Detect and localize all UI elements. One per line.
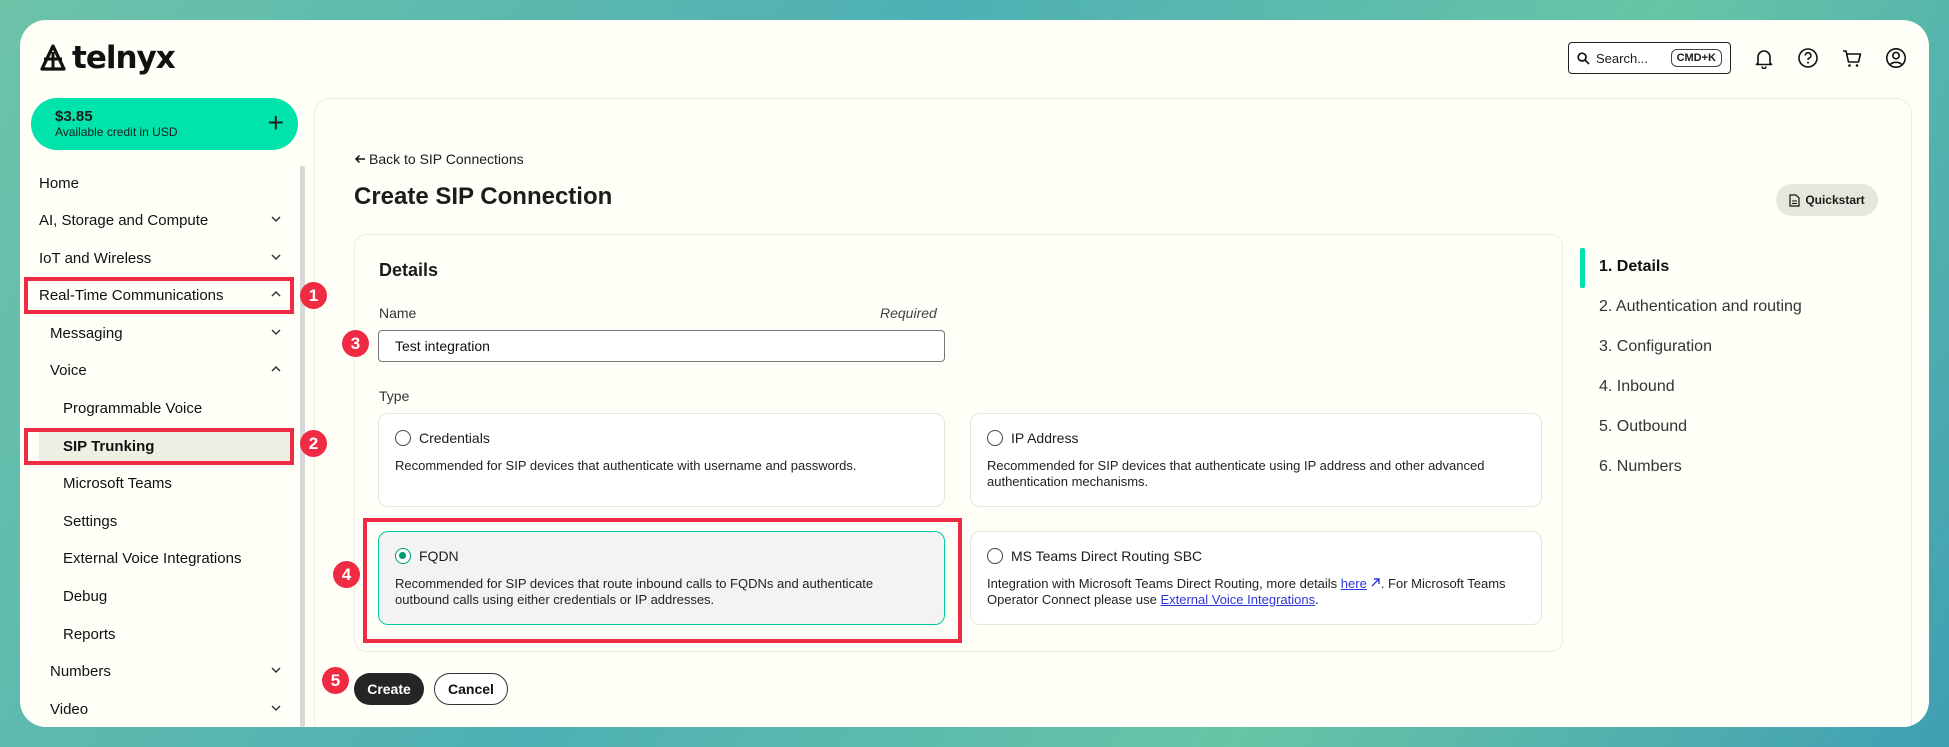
search-icon <box>1577 51 1590 65</box>
annotation-box-4 <box>363 518 962 643</box>
app-window: telnyx Search... CMD+K $3.85 Available c… <box>20 20 1929 727</box>
sidebar-item-label: Microsoft Teams <box>63 474 172 492</box>
sidebar-item-label: Settings <box>63 512 118 530</box>
user-icon[interactable] <box>1885 47 1907 69</box>
sidebar-item-programmable-voice[interactable]: Programmable Voice <box>39 391 294 425</box>
step-numbers[interactable]: 6. Numbers <box>1599 458 1682 476</box>
sidebar-item-label: Programmable Voice <box>63 399 203 417</box>
help-icon[interactable] <box>1797 47 1819 69</box>
back-link-label: Back to SIP Connections <box>369 151 524 167</box>
active-step-indicator <box>1580 248 1585 288</box>
sidebar-item-label: Voice <box>50 361 87 379</box>
sidebar-item-debug[interactable]: Debug <box>39 579 294 613</box>
bell-icon[interactable] <box>1753 47 1775 69</box>
sidebar-item-video[interactable]: Video <box>39 692 294 726</box>
step-configuration[interactable]: 3. Configuration <box>1599 338 1712 356</box>
telnyx-logo-icon <box>40 44 66 71</box>
type-option-credentials[interactable]: Credentials Recommended for SIP devices … <box>378 413 945 507</box>
chevron-up-icon <box>271 365 281 372</box>
sidebar-item-reports[interactable]: Reports <box>39 617 294 651</box>
radio-ip-address[interactable] <box>987 430 1003 446</box>
sidebar-item-label: Home <box>39 174 80 192</box>
back-to-sip-connections-link[interactable]: Back to SIP Connections <box>354 151 524 167</box>
ms-teams-desc-text: . <box>1315 592 1319 607</box>
name-input[interactable] <box>378 330 945 362</box>
step-outbound[interactable]: 5. Outbound <box>1599 418 1687 436</box>
brand-name: telnyx <box>72 40 176 76</box>
quickstart-button[interactable]: Quickstart <box>1776 184 1878 216</box>
create-button[interactable]: Create <box>354 673 424 705</box>
sidebar-item-iot[interactable]: IoT and Wireless <box>39 241 294 275</box>
type-option-label: IP Address <box>1011 430 1079 446</box>
global-search[interactable]: Search... CMD+K <box>1568 42 1731 74</box>
annotation-badge-5: 5 <box>322 667 349 694</box>
page-title: Create SIP Connection <box>354 183 613 210</box>
credit-amount: $3.85 <box>55 108 93 125</box>
type-option-description: Recommended for SIP devices that authent… <box>395 458 857 473</box>
cancel-button[interactable]: Cancel <box>434 673 508 705</box>
top-bar: Search... CMD+K <box>1568 42 1907 74</box>
required-label: Required <box>880 305 937 321</box>
chevron-down-icon <box>271 216 281 223</box>
annotation-badge-1: 1 <box>300 282 327 309</box>
type-label: Type <box>379 388 410 404</box>
sidebar-item-label: Video <box>50 700 89 718</box>
quickstart-label: Quickstart <box>1805 193 1865 207</box>
document-icon <box>1789 193 1800 207</box>
add-credit-button[interactable]: + <box>268 109 284 137</box>
arrow-left-icon <box>354 154 365 164</box>
type-option-description: Recommended for SIP devices that authent… <box>987 458 1485 489</box>
type-option-ip-address[interactable]: IP Address Recommended for SIP devices t… <box>970 413 1542 507</box>
annotation-box-2 <box>24 428 294 465</box>
external-voice-integrations-link[interactable]: External Voice Integrations <box>1160 592 1315 607</box>
sidebar-item-ai-storage[interactable]: AI, Storage and Compute <box>39 203 294 237</box>
sidebar-item-label: Messaging <box>50 324 123 342</box>
step-details[interactable]: 1. Details <box>1599 258 1669 276</box>
sidebar-item-microsoft-teams[interactable]: Microsoft Teams <box>39 466 294 500</box>
sidebar-item-label: Debug <box>63 587 108 605</box>
sidebar-item-label: IoT and Wireless <box>39 249 152 267</box>
cart-icon[interactable] <box>1841 47 1863 69</box>
annotation-badge-3: 3 <box>342 330 369 357</box>
step-authentication[interactable]: 2. Authentication and routing <box>1599 298 1802 316</box>
details-heading: Details <box>379 260 439 280</box>
credit-balance: $3.85 Available credit in USD + <box>31 98 298 150</box>
sidebar-item-home[interactable]: Home <box>39 166 294 200</box>
annotation-box-1 <box>24 277 294 314</box>
step-inbound[interactable]: 4. Inbound <box>1599 378 1675 396</box>
search-shortcut: CMD+K <box>1670 49 1722 67</box>
radio-ms-teams[interactable] <box>987 548 1003 564</box>
chevron-down-icon <box>271 329 281 336</box>
type-option-description: Integration with Microsoft Teams Direct … <box>987 576 1525 608</box>
annotation-badge-4: 4 <box>333 561 360 588</box>
annotation-badge-2: 2 <box>300 430 327 457</box>
type-option-ms-teams[interactable]: MS Teams Direct Routing SBC Integration … <box>970 531 1542 625</box>
sidebar-item-label: Reports <box>63 625 116 643</box>
sidebar-item-settings[interactable]: Settings <box>39 504 294 538</box>
sidebar-item-messaging[interactable]: Messaging <box>39 316 294 350</box>
here-link[interactable]: here <box>1341 576 1367 591</box>
type-option-label: Credentials <box>419 430 490 446</box>
name-label: Name <box>379 305 417 321</box>
chevron-down-icon <box>271 667 281 674</box>
credit-label: Available credit in USD <box>55 125 178 139</box>
sidebar-item-label: External Voice Integrations <box>63 549 242 567</box>
chevron-down-icon <box>271 705 281 712</box>
sidebar-item-label: AI, Storage and Compute <box>39 211 209 229</box>
sidebar-item-external-voice[interactable]: External Voice Integrations <box>39 541 294 575</box>
search-label: Search... <box>1596 50 1649 66</box>
telnyx-logo[interactable]: telnyx <box>38 40 176 76</box>
type-option-label: MS Teams Direct Routing SBC <box>1011 548 1203 564</box>
ms-teams-desc-text: Integration with Microsoft Teams Direct … <box>987 576 1341 591</box>
sidebar-item-label: Numbers <box>50 662 111 680</box>
sidebar-item-voice[interactable]: Voice <box>39 353 294 387</box>
radio-credentials[interactable] <box>395 430 411 446</box>
sidebar-item-numbers[interactable]: Numbers <box>39 654 294 688</box>
external-link-icon <box>1371 578 1380 587</box>
chevron-down-icon <box>271 254 281 261</box>
